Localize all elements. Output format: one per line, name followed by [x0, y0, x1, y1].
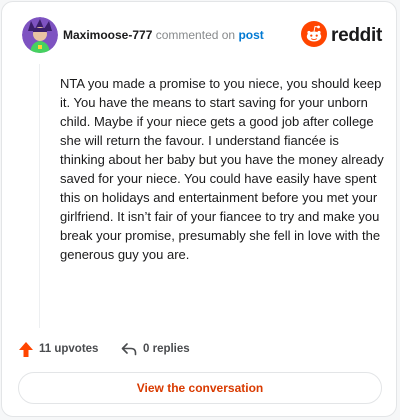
view-conversation-button[interactable]: View the conversation	[18, 372, 382, 404]
username-link[interactable]: Maximoose-777	[63, 28, 152, 42]
upvote-arrow-icon	[18, 341, 34, 358]
comment-meta: Maximoose-777 commented on post	[63, 28, 264, 42]
reply-count[interactable]: 0 replies	[121, 339, 190, 359]
thread-line	[39, 64, 40, 328]
reply-arrow-icon	[121, 342, 137, 356]
replies-label: 0 replies	[143, 343, 190, 355]
comment-footer: 11 upvotes 0 replies	[18, 339, 378, 359]
upvotes-label: 11 upvotes	[39, 343, 99, 355]
upvote-count[interactable]: 11 upvotes	[18, 339, 98, 359]
comment-body: NTA you made a promise to you niece, you…	[60, 76, 384, 262]
comment-header: Maximoose-777 commented on post reddit	[22, 17, 382, 53]
reddit-logo[interactable]: reddit	[301, 20, 382, 52]
user-avatar[interactable]	[22, 17, 58, 53]
reddit-wordmark: reddit	[331, 25, 382, 46]
post-link[interactable]: post	[238, 28, 263, 42]
comment-card: Maximoose-777 commented on post reddit N…	[1, 1, 397, 417]
action-text: commented on	[155, 28, 236, 42]
reddit-alien-icon	[301, 20, 328, 52]
